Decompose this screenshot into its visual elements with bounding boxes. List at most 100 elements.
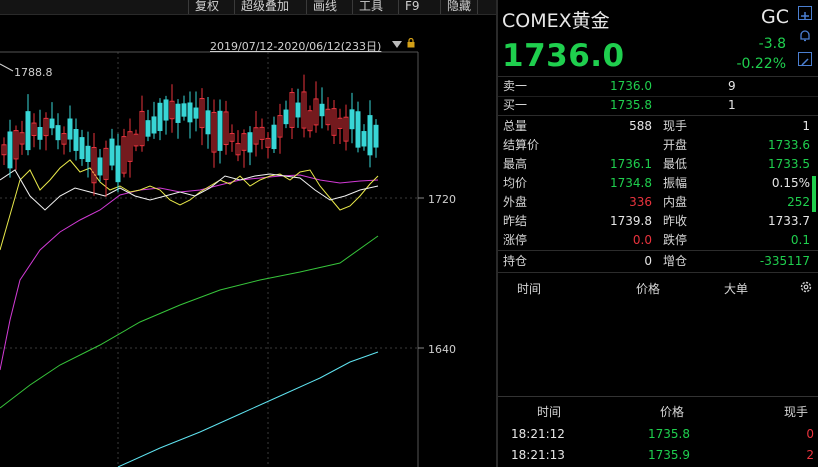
ma-magenta-line	[0, 174, 379, 371]
candle-body	[349, 109, 355, 130]
instrument-code: GC	[761, 6, 789, 28]
stat-label: 结算价	[503, 138, 540, 152]
candle-body	[97, 157, 103, 176]
trades-volume-header: 现手	[784, 405, 809, 419]
candle-body	[205, 110, 211, 135]
trade-time: 18:21:12	[511, 427, 565, 441]
stat-value	[560, 136, 652, 154]
ma-white-line	[0, 169, 379, 211]
edit-icon[interactable]	[798, 52, 812, 66]
big-orders-time-header: 时间	[517, 282, 542, 296]
plus-icon[interactable]	[798, 6, 812, 20]
candle-body	[7, 131, 13, 169]
bell-icon[interactable]	[798, 28, 812, 42]
candle-body	[295, 102, 301, 118]
ma-cyan-line	[117, 351, 379, 467]
separator	[498, 96, 818, 97]
trade-price: 1735.9	[648, 448, 690, 462]
peak-pointer	[0, 63, 14, 72]
instrument-title: COMEX黄金	[502, 10, 610, 32]
candle-body	[73, 129, 79, 151]
ask1-price: 1736.0	[610, 79, 652, 93]
candle-body	[115, 145, 121, 183]
lock-icon[interactable]	[407, 38, 415, 48]
candle-body	[355, 111, 361, 148]
price-change-percent: -0.22%	[736, 56, 786, 72]
price-change: -3.8	[758, 36, 786, 52]
oi-change-label: 增仓	[663, 254, 688, 268]
big-orders-price-header: 价格	[636, 282, 661, 296]
trade-volume: 0	[806, 427, 814, 441]
open-interest-value: 0	[644, 254, 652, 268]
kline-chart[interactable]: 1720 1640	[0, 0, 496, 467]
stat-value: 336	[629, 195, 652, 209]
stat-label: 最低	[663, 157, 688, 171]
candle-body	[151, 116, 157, 134]
candle-body	[187, 102, 193, 123]
stat-value: 588	[629, 119, 652, 133]
last-price: 1736.0	[502, 38, 625, 74]
candle-body	[247, 132, 253, 153]
oi-change-value: -335117	[759, 254, 810, 268]
stat-label: 昨结	[503, 214, 528, 228]
candle-body	[367, 115, 373, 156]
candle-body	[181, 103, 187, 117]
separator	[498, 115, 818, 116]
candle-body	[25, 111, 31, 151]
axis-label-1720: 1720	[428, 193, 456, 206]
bid1-volume: 1	[728, 98, 736, 112]
ask1-volume: 9	[728, 79, 736, 93]
ask1-label: 卖一	[503, 79, 528, 93]
candles	[1, 74, 379, 197]
big-orders-header: 大单	[724, 282, 749, 296]
stat-value: 1733.6	[768, 138, 810, 152]
axis-label-1640: 1640	[428, 343, 456, 356]
stat-value: 1736.1	[610, 157, 652, 171]
candle-body	[55, 125, 61, 141]
trade-time: 18:21:13	[511, 448, 565, 462]
stat-label: 跌停	[663, 233, 688, 247]
stat-label: 总量	[503, 119, 528, 133]
candle-body	[193, 107, 199, 119]
separator	[498, 250, 818, 251]
stat-value: 0.1	[790, 233, 810, 247]
open-interest-label: 持仓	[503, 254, 528, 268]
trade-price: 1735.8	[648, 427, 690, 441]
stat-value: 1739.8	[610, 214, 652, 228]
stat-value: 0.0	[632, 233, 652, 247]
panel-scrollbar-thumb[interactable]	[812, 176, 816, 212]
trades-time-header: 时间	[537, 405, 562, 419]
stat-value: 1733.5	[768, 157, 810, 171]
range-dropdown-icon[interactable]	[392, 41, 402, 48]
separator	[498, 396, 818, 397]
candle-body	[67, 118, 73, 140]
candle-body	[157, 102, 163, 132]
candle-body	[271, 124, 277, 150]
stat-label: 现手	[663, 119, 688, 133]
candle-body	[49, 118, 55, 129]
stat-label: 振幅	[663, 176, 688, 190]
stat-label: 外盘	[503, 195, 528, 209]
candle-body	[175, 103, 181, 123]
candle-body	[163, 99, 169, 121]
candle-body	[319, 103, 325, 117]
candle-body	[373, 124, 379, 148]
stat-value: 252	[787, 195, 810, 209]
candle-body	[283, 109, 289, 125]
candle-body	[217, 110, 223, 151]
peak-price-label: 1788.8	[14, 66, 53, 79]
stat-label: 最高	[503, 157, 528, 171]
stat-label: 均价	[503, 176, 528, 190]
stat-label: 内盘	[663, 195, 688, 209]
candle-body	[361, 131, 367, 147]
separator	[498, 272, 818, 273]
trades-price-header: 价格	[660, 405, 685, 419]
candle-body	[145, 120, 151, 137]
stat-label: 涨停	[503, 233, 528, 247]
stat-value: 1734.8	[610, 176, 652, 190]
gear-icon[interactable]	[799, 280, 813, 294]
candle-body	[37, 127, 43, 140]
bid1-price: 1735.8	[610, 98, 652, 112]
date-range-label[interactable]: 2019/07/12-2020/06/12(233日)	[210, 38, 381, 54]
candle-body	[109, 138, 115, 166]
